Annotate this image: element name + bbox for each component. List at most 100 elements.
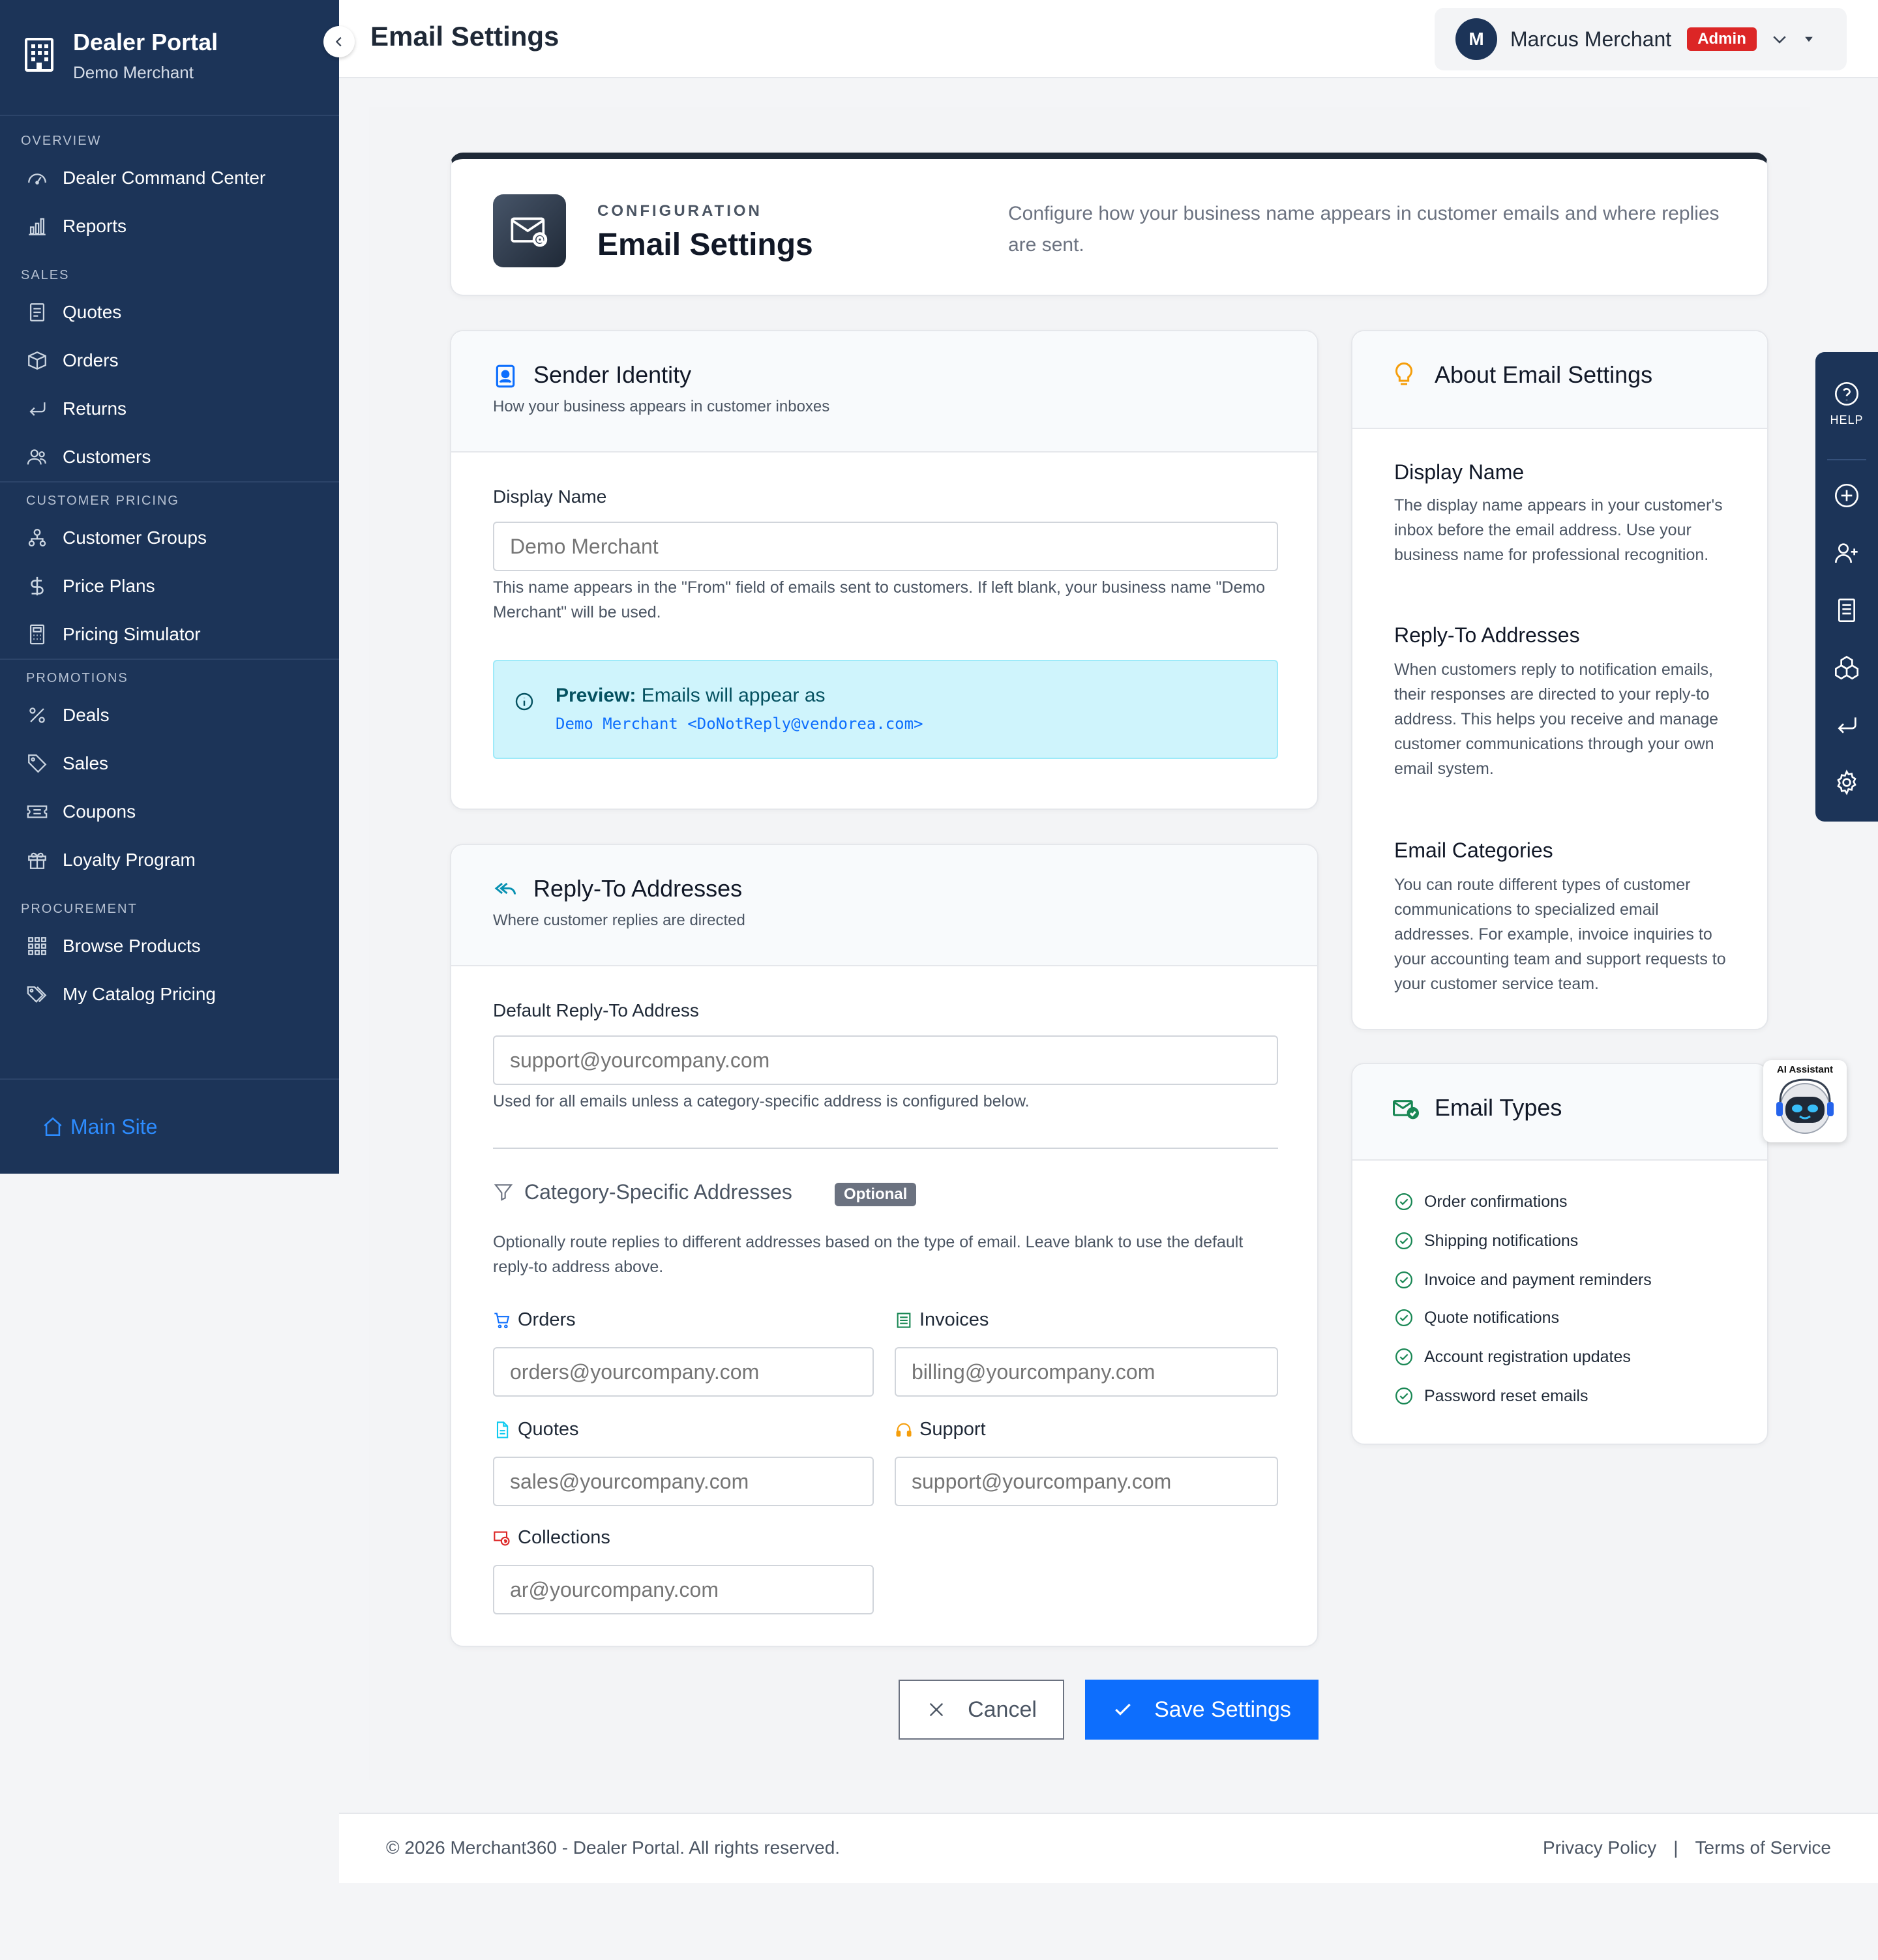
section-label-procurement: PROCUREMENT [21, 902, 138, 916]
support-email-input[interactable] [895, 1457, 1278, 1506]
robot-avatar-icon [1776, 1078, 1834, 1134]
sidebar-item-label: Reports [63, 216, 127, 236]
preview-alert: Preview: Emails will appear as Demo Merc… [493, 660, 1278, 759]
copyright: © 2026 Merchant360 - Dealer Portal. All … [386, 1837, 841, 1858]
about-reply-to-heading: Reply-To Addresses [1394, 623, 1580, 647]
sidebar-item-label: Browse Products [63, 936, 201, 956]
ai-assistant-button[interactable]: AI Assistant [1763, 1060, 1847, 1142]
tag-icon [28, 754, 47, 773]
main-site-link[interactable]: Main Site [0, 1078, 339, 1174]
return-arrow-icon [1838, 717, 1856, 734]
dock-quote-button[interactable] [1815, 597, 1878, 623]
percent-icon [29, 707, 45, 723]
sidebar-item-label: Dealer Command Center [63, 168, 266, 188]
collections-label: Collections [493, 1527, 610, 1549]
sidebar-item-loyalty-program[interactable]: Loyalty Program [0, 836, 339, 884]
question-circle-icon [1835, 382, 1858, 406]
role-badge: Admin [1687, 27, 1757, 51]
orders-email-input[interactable] [493, 1347, 874, 1397]
save-button-label: Save Settings [1154, 1697, 1291, 1722]
default-reply-to-label: Default Reply-To Address [493, 1000, 699, 1020]
reply-all-icon [494, 882, 516, 895]
sidebar-item-label: My Catalog Pricing [63, 984, 216, 1004]
funnel-icon [494, 1184, 513, 1201]
list-item: Invoice and payment reminders [1394, 1270, 1652, 1290]
category-title: Category-Specific Addresses [524, 1180, 792, 1204]
dollar-icon [31, 576, 44, 596]
hero-card: CONFIGURATION Email Settings Configure h… [450, 153, 1768, 296]
sidebar-item-returns[interactable]: Returns [0, 385, 339, 433]
sidebar-collapse-button[interactable] [323, 26, 355, 57]
optional-badge: Optional [835, 1183, 917, 1206]
display-name-label: Display Name [493, 486, 607, 507]
sidebar-item-customer-groups[interactable]: Customer Groups [0, 514, 339, 562]
top-bar: Email Settings M Marcus Merchant Admin [339, 0, 1878, 78]
save-settings-button[interactable]: Save Settings [1085, 1680, 1319, 1740]
calculator-icon [29, 624, 45, 645]
privacy-policy-link[interactable]: Privacy Policy [1543, 1837, 1656, 1858]
sidebar-item-reports[interactable]: Reports [0, 202, 339, 250]
cancel-button[interactable]: Cancel [899, 1680, 1064, 1740]
section-label-promotions: PROMOTIONS [26, 671, 128, 685]
user-name: Marcus Merchant [1510, 27, 1672, 51]
sidebar-item-label: Pricing Simulator [63, 624, 201, 644]
display-name-input[interactable] [493, 522, 1278, 571]
brand-subtitle: Demo Merchant [73, 63, 194, 82]
chevron-down-icon[interactable] [1770, 29, 1789, 49]
gear-icon [1837, 769, 1856, 795]
help-button[interactable]: HELP [1815, 381, 1878, 427]
document-icon [1838, 599, 1855, 622]
cart-icon [494, 1312, 510, 1328]
sidebar-item-dealer-command-center[interactable]: Dealer Command Center [0, 154, 339, 202]
collections-email-input[interactable] [493, 1565, 874, 1614]
terms-of-service-link[interactable]: Terms of Service [1695, 1837, 1832, 1858]
page-title: Email Settings [370, 21, 559, 52]
sidebar-item-label: Coupons [63, 801, 136, 822]
about-display-name-text: The display name appears in your custome… [1394, 496, 1723, 564]
hierarchy-icon [28, 529, 46, 547]
check-icon [1115, 1703, 1131, 1715]
sidebar-item-orders[interactable]: Orders [0, 336, 339, 385]
orders-label: Orders [493, 1309, 576, 1331]
ai-assistant-label: AI Assistant [1776, 1064, 1834, 1075]
about-categories-heading: Email Categories [1394, 839, 1553, 862]
dock-boxes-button[interactable] [1815, 655, 1878, 681]
dock-add-button[interactable] [1815, 483, 1878, 509]
sidebar-item-price-plans[interactable]: Price Plans [0, 562, 339, 610]
sidebar-item-pricing-simulator[interactable]: Pricing Simulator [0, 610, 339, 659]
preview-label: Preview: [556, 685, 636, 706]
cancel-button-label: Cancel [968, 1697, 1037, 1722]
invoices-email-input[interactable] [895, 1347, 1278, 1397]
card-subtitle: Where customer replies are directed [493, 912, 745, 929]
sidebar: Dealer Portal Demo Merchant OVERVIEW Dea… [0, 0, 339, 1174]
dock-add-user-button[interactable] [1815, 540, 1878, 566]
quotes-email-input[interactable] [493, 1457, 874, 1506]
sidebar-item-quotes[interactable]: Quotes [0, 288, 339, 336]
sidebar-item-my-catalog-pricing[interactable]: My Catalog Pricing [0, 970, 339, 1018]
email-type-label: Invoice and payment reminders [1424, 1270, 1652, 1289]
section-label-customer-pricing: CUSTOMER PRICING [26, 494, 179, 508]
default-reply-to-input[interactable] [493, 1035, 1278, 1085]
envelope-check-icon [1393, 1100, 1419, 1120]
sidebar-item-customers[interactable]: Customers [0, 433, 339, 481]
category-help: Optionally route replies to different ad… [493, 1233, 1244, 1276]
sidebar-item-coupons[interactable]: Coupons [0, 788, 339, 836]
check-circle-icon [1395, 1271, 1412, 1288]
about-categories-text: You can route different types of custome… [1394, 876, 1726, 993]
check-circle-icon [1395, 1232, 1412, 1249]
list-item: Shipping notifications [1394, 1231, 1578, 1251]
close-icon [929, 1702, 944, 1717]
user-menu[interactable]: M Marcus Merchant Admin [1435, 8, 1847, 70]
sidebar-item-sales[interactable]: Sales [0, 739, 339, 788]
sidebar-item-deals[interactable]: Deals [0, 691, 339, 739]
caret-down-icon[interactable] [1802, 33, 1815, 46]
return-arrow-icon [29, 402, 46, 416]
dock-settings-button[interactable] [1815, 769, 1878, 795]
sidebar-item-browse-products[interactable]: Browse Products [0, 922, 339, 970]
brand[interactable]: Dealer Portal Demo Merchant [0, 0, 339, 116]
gift-icon [28, 852, 46, 869]
email-type-label: Quote notifications [1424, 1308, 1560, 1327]
dock-return-button[interactable] [1815, 712, 1878, 738]
card-title: Reply-To Addresses [533, 875, 743, 902]
sidebar-item-label: Customer Groups [63, 527, 207, 548]
